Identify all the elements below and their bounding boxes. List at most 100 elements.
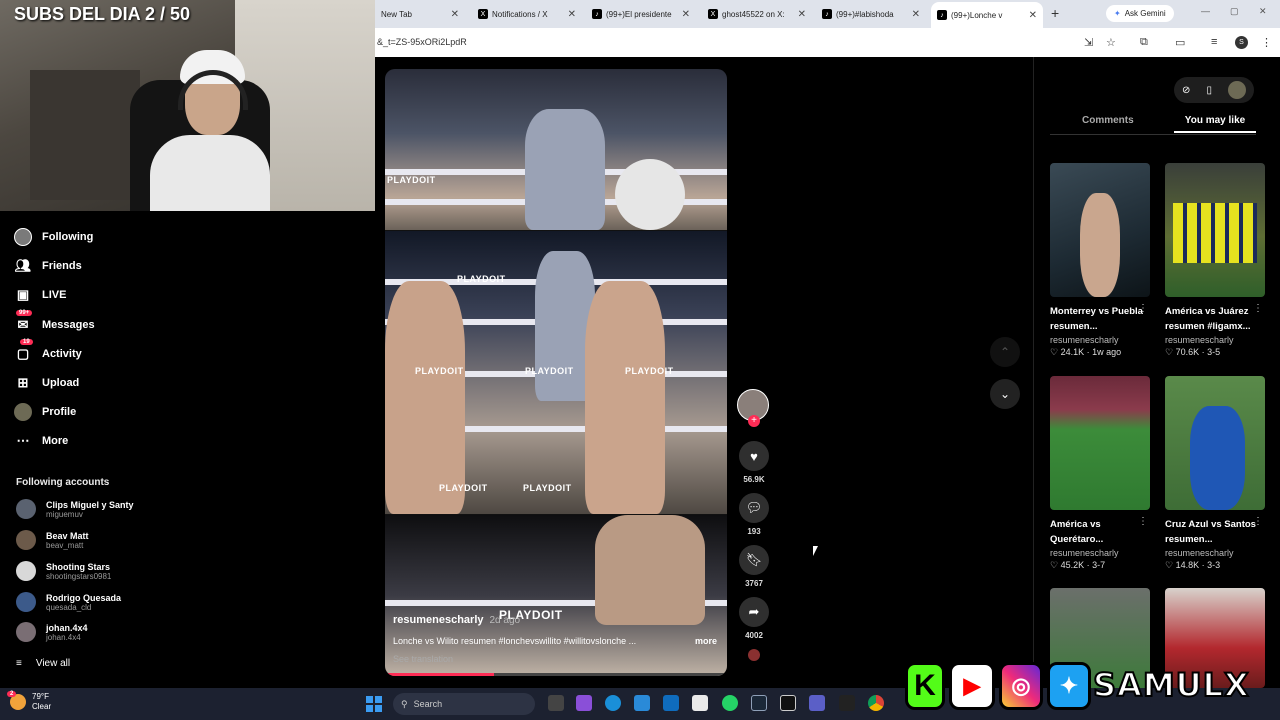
tab-lonche[interactable]: ♪ (99+)Lonche v ✕ [931,2,1043,28]
sidebar-item-friends[interactable]: 👥︎ Friends [14,255,82,277]
following-avatar [14,228,32,246]
comment-button[interactable]: 💬︎ 193 [737,493,771,536]
sidebar-item-activity[interactable]: ▢ 19 Activity [14,339,82,365]
tab-presidente[interactable]: ♪ (99+)El presidente ✕ [586,4,696,24]
address-bar[interactable]: &_t=ZS-95xORi2LpdR ⇲ ☆ ⧉ ▭ ≡ S ⋮ [375,28,1280,57]
avatar [16,530,36,550]
bookmark-star-icon[interactable]: ☆ [1106,36,1116,49]
chrome-icon[interactable] [868,695,884,711]
video-author[interactable]: resumenescharly 2d ago [393,614,520,626]
close-icon[interactable]: ✕ [682,9,690,20]
video-card[interactable]: Monterrey vs Puebla resumen... resumenes… [1050,163,1150,358]
menu-icon[interactable]: ⋮ [1261,36,1272,49]
instagram-icon: ◎ [999,662,1043,710]
new-tab-button[interactable]: + [1051,5,1059,21]
account-item[interactable]: johan.4x4 johan.4x4 [16,622,88,642]
close-icon[interactable]: ✕ [451,9,459,20]
tiktok-icon: ♪ [937,10,947,20]
store-icon[interactable] [692,695,708,711]
save-button[interactable]: 🔖︎ 3767 [737,545,771,588]
video-card[interactable]: América vs Querétaro... resumenescharly … [1050,376,1150,571]
close-icon[interactable]: ✕ [798,9,806,20]
search-icon: ⚲ [401,698,408,709]
tab-labishoda[interactable]: ♪ (99+)#labishoda ✕ [816,4,926,24]
tab-notifications[interactable]: X Notifications / X ✕ [472,4,582,24]
view-all-link[interactable]: ≡ View all [16,658,70,669]
kick-icon: K [905,662,945,710]
video-card[interactable]: Cruz Azul vs Santos resumen... resumenes… [1165,376,1265,571]
start-button[interactable] [366,696,382,712]
caption-more-button[interactable]: more [695,636,717,646]
ask-gemini-button[interactable]: ✦ Ask Gemini [1106,5,1174,22]
avatar [16,561,36,581]
whatsapp-icon[interactable] [722,695,738,711]
sidebar-item-following[interactable]: Following [14,226,93,248]
account-item[interactable]: Beav Matt beav_matt [16,530,89,550]
tab-comments[interactable]: Comments [1082,115,1134,126]
install-icon[interactable]: ⇲ [1084,36,1093,49]
avatar [16,622,36,642]
comment-icon: 💬︎ [739,493,769,523]
sidebar-item-profile[interactable]: Profile [14,401,76,423]
copilot-icon[interactable] [576,695,592,711]
task-view-icon[interactable] [548,695,564,711]
card-menu-icon[interactable]: ⋮ [1138,516,1148,527]
like-button[interactable]: ♥ 56.9K [737,441,771,484]
close-icon[interactable]: ✕ [568,9,576,20]
sidebar-item-messages[interactable]: ✉ 99+ Messages [14,310,95,336]
tab-ghost[interactable]: Xghost45522 on X: ✕ [702,4,812,24]
close-icon[interactable]: ✕ [912,9,920,20]
compass-icon[interactable]: ⊘ [1182,85,1190,96]
previous-video-button[interactable]: ⌃ [990,337,1020,367]
teams-icon[interactable] [809,695,825,711]
tab-new-tab[interactable]: New Tab ✕ [375,4,465,24]
sidebar-item-more[interactable]: ⋯ More [14,430,69,452]
sidebar-item-upload[interactable]: ⊞ Upload [14,372,80,394]
profile-avatar[interactable]: S [1235,36,1248,49]
weather-widget[interactable]: 2 79°F Clear [7,691,51,712]
card-menu-icon[interactable]: ⋮ [1253,303,1263,314]
minimize-icon[interactable]: — [1201,6,1210,16]
account-item[interactable]: Clips Miguel y Santy miguemuv [16,499,134,519]
close-icon[interactable]: ✕ [1029,10,1037,21]
see-translation-link[interactable]: See translation [393,654,453,664]
tab-you-may-like[interactable]: You may like [1174,115,1256,133]
account-item[interactable]: Rodrigo Quesada quesada_cld [16,592,121,612]
account-item[interactable]: Shooting Stars shootingstars0981 [16,561,111,581]
phone-icon[interactable]: ▯ [1206,85,1212,96]
user-avatar[interactable] [1227,81,1246,99]
video-player[interactable]: PLAYDOIT PLAYDOIT PLAYDOIT PLAYDOIT PLAY… [385,69,727,676]
steam-icon[interactable] [751,695,767,711]
game-icon[interactable] [780,695,796,711]
music-disc-icon[interactable] [737,649,771,661]
youtube-icon: ▶ [949,662,995,710]
x-logo-icon: X [708,9,718,19]
outlook-icon[interactable] [663,695,679,711]
card-menu-icon[interactable]: ⋮ [1253,516,1263,527]
window-close-icon[interactable]: ✕ [1259,6,1267,17]
avatar [16,592,36,612]
next-video-button[interactable]: ⌄ [990,379,1020,409]
reading-list-icon[interactable]: ≡ [1211,36,1217,48]
tiktok-icon: ♪ [822,9,832,19]
card-stats: ♡ 70.6K · 3-5 [1165,347,1221,357]
avatar [16,499,36,519]
share-button[interactable]: ➦ 4002 [737,597,771,640]
card-menu-icon[interactable]: ⋮ [1138,303,1148,314]
maximize-icon[interactable]: ▢ [1230,6,1239,17]
video-frame: PLAYDOIT [385,515,727,676]
cast-icon[interactable]: ▭ [1175,36,1185,49]
url-text[interactable]: &_t=ZS-95xORi2LpdR [377,37,467,47]
panel-controls: ⊘ ▯ [1174,77,1254,103]
sidebar-item-live[interactable]: ▣ LIVE [14,284,67,306]
activity-badge: 19 [20,339,33,345]
fighter-right [585,281,665,514]
video-progress[interactable] [385,673,727,676]
app-icon[interactable] [839,695,855,711]
follow-plus-icon[interactable]: + [748,415,760,427]
extensions-icon[interactable]: ⧉ [1140,36,1148,49]
video-card[interactable]: América vs Juárez resumen #ligamx... res… [1165,163,1265,358]
app-icon[interactable] [634,695,650,711]
taskbar-search[interactable]: ⚲ Search [393,693,535,715]
edge-icon[interactable] [605,695,621,711]
